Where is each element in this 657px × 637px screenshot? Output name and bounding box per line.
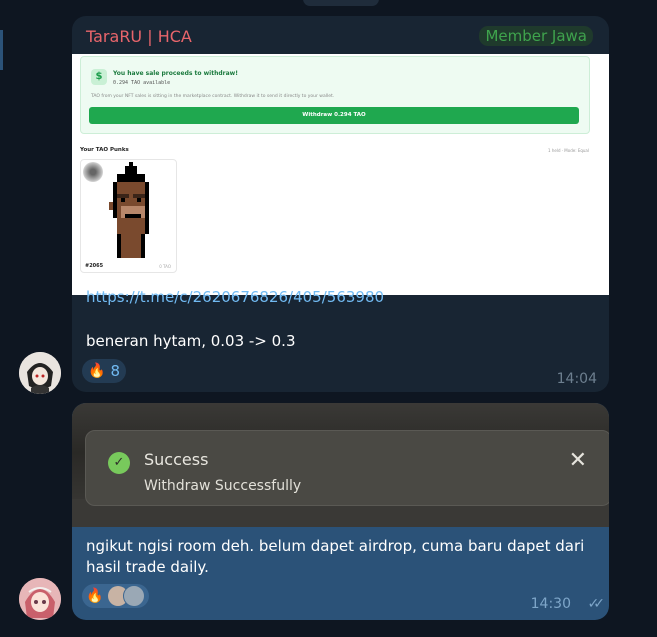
nft-id: #2065 <box>85 263 104 269</box>
sale-description: TAO from your NFT sales is sitting in th… <box>91 94 335 99</box>
date-pill <box>303 0 379 6</box>
message-time: 14:30 <box>530 596 571 612</box>
punks-title: Your TAO Punks <box>80 147 129 153</box>
punk-image <box>109 162 149 258</box>
sale-proceeds-panel: $ You have sale proceeds to withdraw! 0.… <box>80 56 590 134</box>
top-area <box>0 0 657 10</box>
check-icon: ✓ <box>108 452 130 474</box>
read-checks-icon: ✓✓ <box>587 596 606 612</box>
reaction-count: 8 <box>110 362 120 380</box>
fire-icon: 🔥 <box>88 363 106 379</box>
message-text: beneran hytam, 0.03 -> 0.3 <box>86 332 296 350</box>
toast-subtitle: Withdraw Successfully <box>144 478 302 494</box>
avatar[interactable] <box>19 352 61 394</box>
scroll-accent <box>0 30 3 70</box>
sale-amount: 0.294 TAO available <box>113 80 171 86</box>
nft-card: #2065 0 TAO <box>80 159 177 273</box>
sticker-icon <box>83 162 103 182</box>
message-link[interactable]: https://t.me/c/2620676826/405/563980 <box>86 288 384 306</box>
close-icon: ✕ <box>568 448 587 473</box>
withdraw-button: Withdraw 0.294 TAO <box>89 107 579 124</box>
reactor-avatar <box>123 585 146 607</box>
reaction-chip[interactable]: 🔥 <box>82 584 150 608</box>
nft-price: 0 TAO <box>159 264 171 269</box>
member-role-badge: Member Jawa <box>479 26 593 46</box>
message-time: 14:04 <box>556 371 597 387</box>
sale-title: You have sale proceeds to withdraw! <box>113 70 238 77</box>
success-toast: ✓ Success Withdraw Successfully ✕ <box>85 430 609 506</box>
toast-title: Success <box>144 450 209 469</box>
dollar-icon: $ <box>91 69 107 85</box>
screenshot-image[interactable]: $ You have sale proceeds to withdraw! 0.… <box>72 54 609 295</box>
screenshot-image[interactable]: ✓ Success Withdraw Successfully ✕ <box>72 403 609 527</box>
avatar[interactable] <box>19 578 61 620</box>
message-bubble[interactable]: TaraRU | HCA Member Jawa $ You have sale… <box>72 16 609 392</box>
message-text: ngikut ngisi room deh. belum dapet airdr… <box>86 537 585 576</box>
punks-meta: 1 held · Mode: Equal <box>548 148 589 153</box>
message-bubble-outgoing[interactable]: ✓ Success Withdraw Successfully ✕ ngikut… <box>72 403 609 620</box>
fire-icon: 🔥 <box>86 588 104 604</box>
reaction-chip[interactable]: 🔥 8 <box>82 359 126 383</box>
sender-name[interactable]: TaraRU | HCA <box>86 27 192 46</box>
